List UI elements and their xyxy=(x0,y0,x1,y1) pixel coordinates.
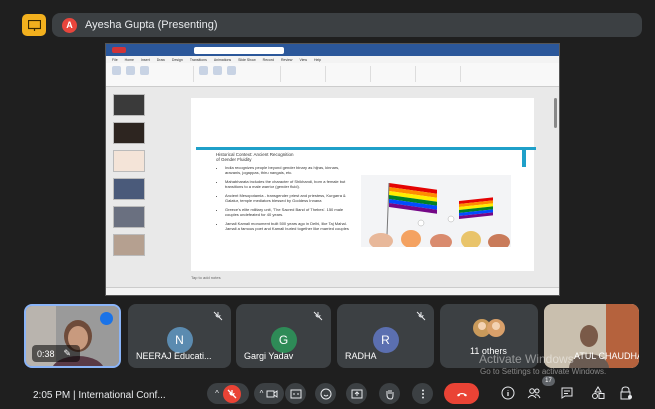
captions-icon xyxy=(290,389,301,398)
shared-screen: File Home Insert Draw Design Transitions Anima… xyxy=(105,43,560,296)
chevron-up-icon[interactable]: ^ xyxy=(215,389,219,398)
mic-off-icon xyxy=(213,311,223,321)
activities-button[interactable] xyxy=(589,384,607,402)
meeting-time-and-title: 2:05 PM | International Conf... xyxy=(33,390,166,401)
participant-avatar: N xyxy=(166,327,193,353)
slide-bullets: India recognizes people beyond gender bi… xyxy=(219,165,351,235)
ppt-menu: File Home Insert Draw Design Transitions Anima… xyxy=(106,56,559,63)
slide-heading: Historical Context: Ancient Recognition … xyxy=(216,152,294,162)
notes-placeholder[interactable]: Tap to add notes xyxy=(191,275,221,280)
emoji-button[interactable] xyxy=(315,383,336,404)
ppt-ribbon xyxy=(106,63,559,87)
mic-off-icon xyxy=(313,311,323,321)
raise-hand-button[interactable] xyxy=(379,383,400,404)
participant-tile[interactable]: G Gargi Yadav xyxy=(236,304,331,368)
lock-person-icon xyxy=(620,386,632,400)
emoji-icon xyxy=(320,388,331,399)
pride-flags-illustration xyxy=(361,175,511,247)
slide-scrollbar[interactable] xyxy=(554,98,557,128)
ppt-search xyxy=(194,46,284,54)
slide-accent-bar xyxy=(196,147,536,150)
speaking-indicator-icon xyxy=(100,312,113,325)
participant-name: ATUL CHAUDHA... xyxy=(574,351,639,361)
timer-text: 0:38 xyxy=(37,348,55,359)
presentation-icon[interactable] xyxy=(22,14,46,36)
others-avatars-icon xyxy=(473,319,505,337)
slide-bullet: Ancient Mesopotamia - transgender priest… xyxy=(225,193,351,203)
mic-off-button[interactable] xyxy=(222,384,241,403)
participant-name: RADHA xyxy=(345,351,377,361)
ppt-statusbar xyxy=(106,287,559,295)
presenter-avatar: A xyxy=(62,17,77,33)
record-icon xyxy=(112,47,126,53)
pin-icon[interactable]: ✎ xyxy=(64,348,72,359)
participant-tile[interactable]: N NEERAJ Educati... xyxy=(128,304,231,368)
present-screen-icon xyxy=(351,389,362,398)
self-video-tile[interactable]: 0:38 ✎ xyxy=(24,304,121,368)
people-icon xyxy=(527,388,541,399)
participant-name: NEERAJ Educati... xyxy=(136,351,212,361)
camera-control[interactable]: ^ xyxy=(254,383,284,404)
mic-off-icon xyxy=(227,389,237,398)
participant-avatar: R xyxy=(372,327,399,353)
leave-call-button[interactable] xyxy=(444,383,479,404)
presenter-name: Ayesha Gupta (Presenting) xyxy=(85,19,218,31)
raise-hand-icon xyxy=(386,389,393,400)
activate-windows-subtitle: Go to Settings to activate Windows. xyxy=(480,367,607,376)
info-icon xyxy=(501,386,515,400)
slide-bullet: Greece's elite military unit, 'The Sacre… xyxy=(225,207,351,217)
self-timer[interactable]: 0:38 ✎ xyxy=(32,345,80,362)
present-button[interactable] xyxy=(346,383,367,404)
more-options-button[interactable] xyxy=(412,383,433,404)
hang-up-icon xyxy=(456,392,467,396)
meeting-info-button[interactable] xyxy=(499,384,517,402)
slide-bullet: India recognizes people beyond gender bi… xyxy=(225,165,351,175)
mic-control[interactable]: ^ xyxy=(207,383,249,404)
chat-icon xyxy=(561,387,573,399)
chat-button[interactable] xyxy=(558,384,576,402)
top-bar: A Ayesha Gupta (Presenting) xyxy=(22,13,642,37)
slide-bullet: Mahabharata includes the character of Sh… xyxy=(225,179,351,189)
activate-windows-title: Activate Windows xyxy=(479,352,574,366)
activities-icon xyxy=(592,386,605,399)
presenter-banner: A Ayesha Gupta (Presenting) xyxy=(52,13,642,37)
video-camera-icon xyxy=(266,389,278,398)
slide-thumbnails xyxy=(109,90,147,285)
host-controls-button[interactable] xyxy=(617,384,635,402)
participant-name: Gargi Yadav xyxy=(244,351,294,361)
slide-bullet: Jamali Kamali monument built 500 years a… xyxy=(225,221,351,231)
chevron-up-icon[interactable]: ^ xyxy=(260,389,264,398)
mic-off-icon xyxy=(416,311,426,321)
ppt-titlebar xyxy=(106,44,559,56)
people-count-badge: 17 xyxy=(542,376,555,386)
participant-tile[interactable]: R RADHA xyxy=(337,304,434,368)
captions-button[interactable] xyxy=(285,383,306,404)
people-button[interactable] xyxy=(525,384,543,402)
more-vertical-icon xyxy=(421,389,424,398)
participant-avatar: G xyxy=(270,327,297,353)
